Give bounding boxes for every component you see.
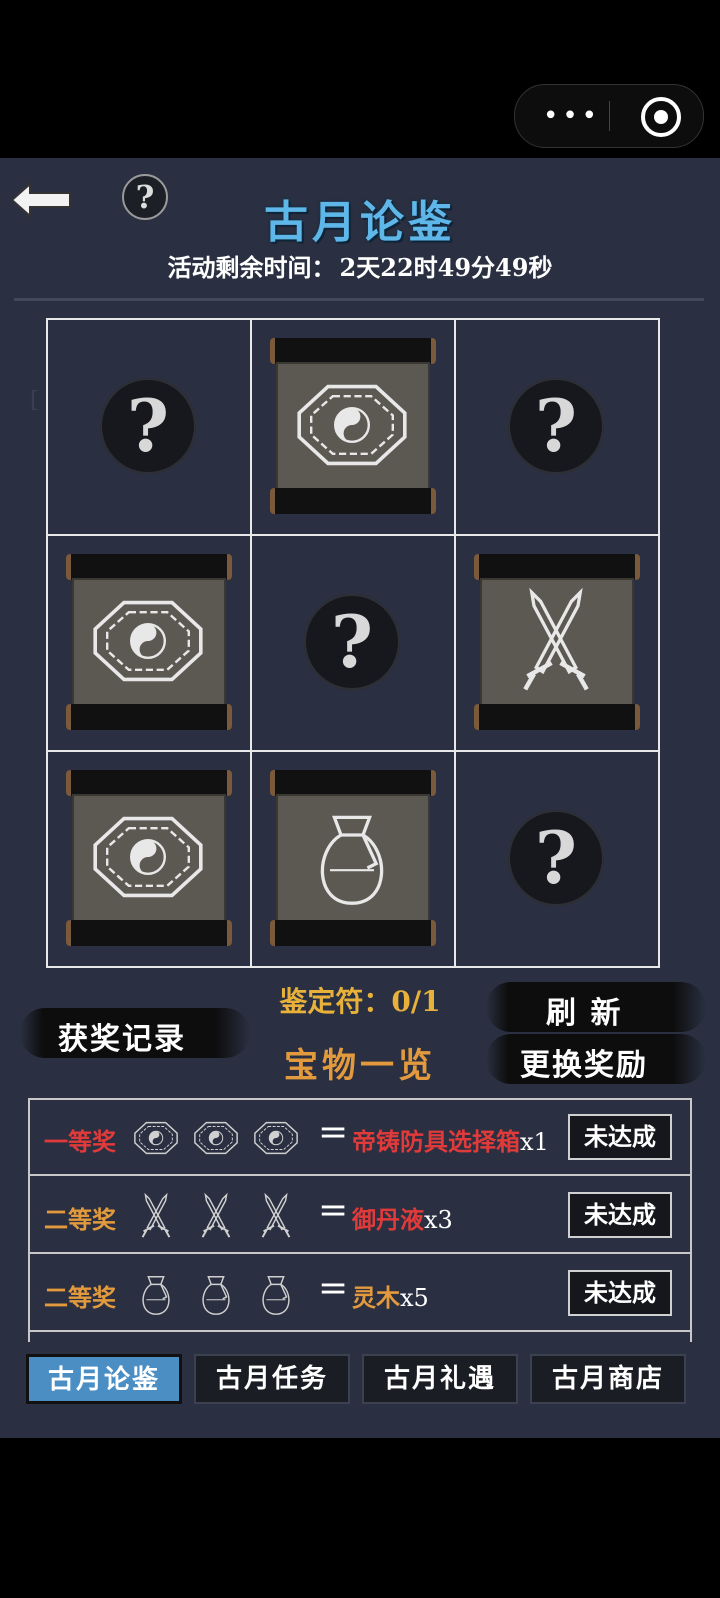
tab-1[interactable]: 古月论鉴: [26, 1354, 182, 1404]
reward-rank: 二等奖: [44, 1283, 116, 1312]
scroll-roller: [66, 920, 232, 946]
grid-cell[interactable]: [46, 750, 252, 968]
swords-icon: [252, 1192, 300, 1244]
scroll-roller: [474, 554, 640, 580]
question-icon: ?: [508, 810, 604, 906]
bottom-tabs: 古月论鉴 古月任务 古月礼遇 古月商店: [26, 1354, 696, 1408]
bagua-icon: [252, 1114, 300, 1166]
scroll-card: [66, 770, 232, 946]
scroll-roller: [270, 920, 436, 946]
reward-combo-icons: [132, 1192, 312, 1240]
activity-timer: 活动剩余时间： 2天22时49分49秒: [0, 248, 720, 283]
scroll-roller: [66, 554, 232, 580]
equals-sign: =: [318, 1190, 349, 1231]
bag-icon: [132, 1270, 180, 1322]
refresh-label: 刷 新: [546, 996, 623, 1031]
equals-sign: =: [318, 1268, 349, 1309]
reward-rank: 一等奖: [44, 1127, 116, 1156]
grid-cell[interactable]: ?: [454, 750, 660, 968]
bagua-icon: [88, 586, 208, 700]
tab-2[interactable]: 古月任务: [194, 1354, 350, 1404]
swords-icon: [192, 1192, 240, 1244]
reward-combo-icons: [132, 1114, 312, 1162]
grid-cell[interactable]: ?: [250, 534, 456, 752]
prize-name: 灵木: [352, 1283, 400, 1312]
reward-rank: 二等奖: [44, 1205, 116, 1234]
page-title: 古月论鉴: [264, 197, 456, 248]
treasure-list-button[interactable]: 宝物一览: [0, 1038, 720, 1087]
question-icon: ?: [100, 378, 196, 474]
prize-quantity: x1: [520, 1128, 549, 1156]
identify-token-value: 0/1: [391, 985, 441, 1018]
equals-sign: =: [318, 1112, 349, 1153]
background-decoration: [: [30, 388, 39, 413]
grid-cell[interactable]: [250, 318, 456, 536]
game-screen: [ ? 古月论鉴 活动剩余时间： 2天22时49分49秒 ? ? ? ? 鉴定符…: [0, 158, 720, 1438]
prize-name: 御丹液: [352, 1205, 424, 1234]
scroll-roller: [270, 770, 436, 796]
scroll-roller: [474, 704, 640, 730]
scroll-roller: [270, 338, 436, 364]
scroll-card: [270, 338, 436, 514]
card-grid: ? ? ? ?: [46, 318, 670, 978]
identify-token-label: 鉴定符：: [279, 985, 392, 1018]
grid-cell[interactable]: ?: [454, 318, 660, 536]
bagua-icon: [132, 1114, 180, 1166]
bagua-icon: [192, 1114, 240, 1166]
grid-cell[interactable]: [46, 534, 252, 752]
scroll-roller: [66, 770, 232, 796]
swords-icon: [496, 586, 616, 700]
prize-name: 帝铸防具选择箱: [352, 1127, 520, 1156]
bag-icon: [192, 1270, 240, 1322]
timer-label: 活动剩余时间：: [167, 253, 336, 282]
question-icon: ?: [508, 378, 604, 474]
reward-row: 二等奖 = 灵木x5 未达成: [28, 1256, 692, 1332]
grid-cell[interactable]: [454, 534, 660, 752]
reward-prize: 灵木x5: [352, 1278, 429, 1313]
scroll-card: [270, 770, 436, 946]
timer-value: 2天22时49分49秒: [339, 253, 553, 282]
tab-4[interactable]: 古月商店: [530, 1354, 686, 1404]
bagua-icon: [292, 370, 412, 484]
bag-icon: [292, 802, 412, 916]
swords-icon: [132, 1192, 180, 1244]
capsule-divider: [609, 101, 610, 131]
grid-cell[interactable]: ?: [46, 318, 252, 536]
reward-prize: 御丹液x3: [352, 1200, 453, 1235]
question-icon: ?: [304, 594, 400, 690]
reward-prize: 帝铸防具选择箱x1: [352, 1122, 549, 1157]
grid-cell[interactable]: [250, 750, 456, 968]
bagua-icon: [88, 802, 208, 916]
scroll-card: [474, 554, 640, 730]
reward-status-button[interactable]: 未达成: [568, 1192, 672, 1238]
scroll-card: [66, 554, 232, 730]
prize-quantity: x3: [424, 1206, 453, 1234]
prize-quantity: x5: [400, 1284, 429, 1312]
more-dots-icon[interactable]: •••: [543, 103, 601, 129]
scroll-roller: [66, 704, 232, 730]
status-area: •••: [0, 0, 720, 158]
reward-row: 一等奖 = 帝铸防具选择箱x1 未达成: [28, 1100, 692, 1176]
reward-status-button[interactable]: 未达成: [568, 1270, 672, 1316]
tab-3[interactable]: 古月礼遇: [362, 1354, 518, 1404]
reward-combo-icons: [132, 1270, 312, 1318]
bag-icon: [252, 1270, 300, 1322]
reward-row: 二等奖 = 御丹液x3 未达成: [28, 1178, 692, 1254]
header-divider: [14, 298, 704, 301]
target-icon[interactable]: [641, 97, 681, 137]
reward-status-button[interactable]: 未达成: [568, 1114, 672, 1160]
reward-table: 一等奖 = 帝铸防具选择箱x1 未达成 二等奖 = 御丹液x3 未达成 二等奖 …: [28, 1098, 692, 1342]
miniprogram-capsule: •••: [514, 84, 704, 148]
scroll-roller: [270, 488, 436, 514]
